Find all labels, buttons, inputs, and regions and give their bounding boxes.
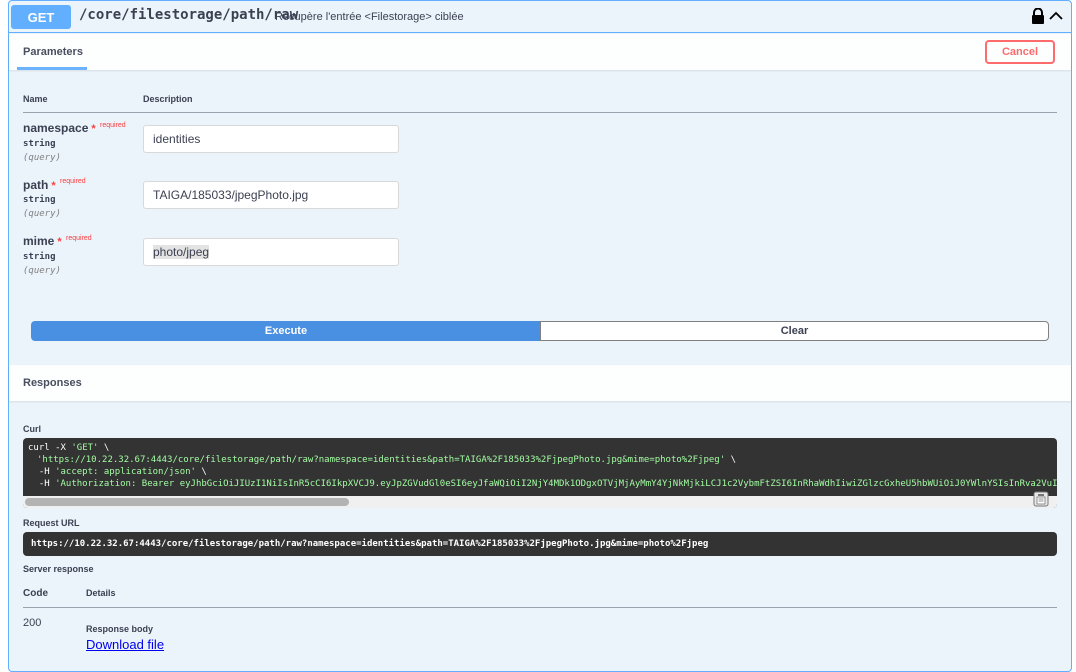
required-star: * xyxy=(51,180,56,192)
curl-text: -H xyxy=(28,479,56,489)
mime-input-value: photo/jpeg xyxy=(153,245,210,259)
curl-line-3: -H 'accept: application/json' \ xyxy=(28,467,207,477)
clear-button[interactable]: Clear xyxy=(540,321,1049,341)
curl-string: 'https://10.22.32.67:4443/core/filestora… xyxy=(37,455,726,465)
required-label: required xyxy=(66,235,92,242)
required-label: required xyxy=(60,178,86,185)
curl-text: -H xyxy=(28,467,56,477)
parameters-header: Parameters Cancel xyxy=(9,34,1071,70)
execute-button[interactable]: Execute xyxy=(31,321,541,341)
curl-string: 'Authorization: Bearer eyJhbGciOiJIUzI1N… xyxy=(55,479,1057,489)
responses-title: Responses xyxy=(23,377,82,389)
curl-text: \ xyxy=(98,443,110,453)
server-response-label: Server response xyxy=(23,564,94,574)
tab-parameters[interactable]: Parameters xyxy=(17,46,87,70)
param-name-namespace: namespace * xyxy=(23,121,96,135)
curl-text: curl -X xyxy=(28,443,72,453)
column-code-header: Code xyxy=(23,588,48,599)
namespace-input[interactable]: identities xyxy=(143,125,399,153)
param-type: string xyxy=(23,139,56,149)
column-description-header: Description xyxy=(143,94,193,104)
param-name-label: mime xyxy=(23,234,55,248)
param-name-label: path xyxy=(23,178,49,192)
param-name-path: path * xyxy=(23,178,56,192)
param-type: string xyxy=(23,252,56,262)
param-location: (query) xyxy=(23,266,61,276)
operation-block: GET /core/filestorage/path/raw Récupère … xyxy=(8,0,1072,672)
curl-text: \ xyxy=(195,467,207,477)
column-name-header: Name xyxy=(23,94,48,104)
column-details-header: Details xyxy=(86,588,116,598)
operation-summary[interactable]: GET /core/filestorage/path/raw Récupère … xyxy=(9,1,1071,33)
curl-code-block[interactable]: curl -X 'GET' \ 'https://10.22.32.67:444… xyxy=(23,438,1057,508)
curl-line-4: -H 'Authorization: Bearer eyJhbGciOiJIUz… xyxy=(28,479,1057,489)
copy-to-clipboard-icon[interactable] xyxy=(1033,491,1049,507)
mime-input[interactable]: photo/jpeg xyxy=(143,238,399,266)
required-star: * xyxy=(91,123,96,135)
responses-header: Responses xyxy=(9,365,1071,401)
required-label: required xyxy=(100,122,126,129)
curl-string: 'GET' xyxy=(71,443,99,453)
table-divider xyxy=(23,112,1057,113)
required-star: * xyxy=(57,236,62,248)
scrollbar-thumb[interactable] xyxy=(25,498,349,506)
param-type: string xyxy=(23,195,56,205)
namespace-input-value: identities xyxy=(153,132,201,146)
param-location: (query) xyxy=(23,209,61,219)
param-location: (query) xyxy=(23,153,61,163)
download-file-link[interactable]: Download file xyxy=(86,637,164,652)
curl-line-1: curl -X 'GET' \ xyxy=(28,443,109,453)
operation-path: /core/filestorage/path/raw xyxy=(79,7,299,23)
curl-text: \ xyxy=(725,455,736,465)
request-url-label: Request URL xyxy=(23,518,80,528)
param-name-mime: mime * xyxy=(23,234,62,248)
curl-line-2: 'https://10.22.32.67:4443/core/filestora… xyxy=(37,455,736,465)
path-input-value: TAIGA/185033/jpegPhoto.jpg xyxy=(153,188,309,202)
chevron-up-icon[interactable] xyxy=(1049,9,1063,23)
request-url-box: https://10.22.32.67:4443/core/filestorag… xyxy=(23,532,1057,556)
response-code: 200 xyxy=(23,617,42,629)
curl-string: 'accept: application/json' xyxy=(55,467,196,477)
response-table-divider xyxy=(23,607,1057,608)
curl-label: Curl xyxy=(23,424,41,434)
operation-description: Récupère l'entrée <Filestorage> ciblée xyxy=(275,11,464,23)
lock-icon[interactable] xyxy=(1031,8,1045,24)
path-input[interactable]: TAIGA/185033/jpegPhoto.jpg xyxy=(143,181,399,209)
cancel-button[interactable]: Cancel xyxy=(985,40,1055,64)
param-name-label: namespace xyxy=(23,121,89,135)
method-badge: GET xyxy=(11,5,71,29)
response-body-label: Response body xyxy=(86,624,154,634)
